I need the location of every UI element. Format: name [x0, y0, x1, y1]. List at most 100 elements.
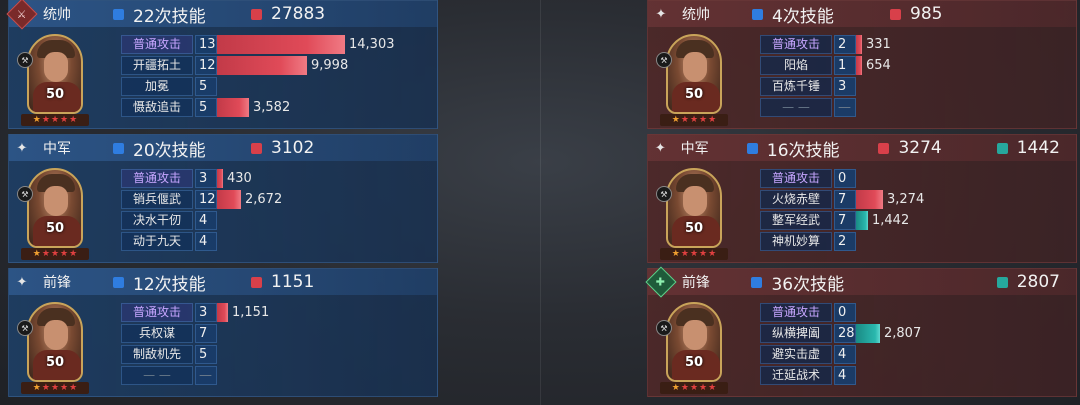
skill-damage-value: 2,672	[245, 192, 283, 207]
skill-count: 5	[195, 98, 217, 117]
star-icon: ★	[699, 115, 708, 125]
skill-row[interactable]: 兵权谋 7	[121, 324, 431, 343]
equipment-icon[interactable]: ⚒	[17, 52, 33, 68]
skill-row[interactable]: 整军经武 7 1,442	[760, 211, 1070, 230]
skill-damage-bar	[856, 211, 868, 230]
skill-name: 销兵偃武	[121, 190, 193, 209]
skill-row[interactable]: 慑敌追击 5 3,582	[121, 98, 431, 117]
skill-row[interactable]: 迁延战术 4	[760, 366, 1070, 385]
level-text: 50	[45, 355, 65, 370]
star-icon: ★	[708, 383, 717, 393]
general-portrait[interactable]: 50 ⚒ ★ ★ ★ ★ ★	[656, 302, 728, 394]
portrait-image: 50	[666, 302, 722, 382]
skill-damage-bar	[217, 98, 249, 117]
diamond-icon: ✦	[654, 140, 666, 156]
skill-count: 0	[834, 303, 856, 322]
skill-row[interactable]: — — —	[760, 98, 1070, 117]
skill-row[interactable]: 普通攻击 3 430	[121, 169, 431, 188]
skill-row[interactable]: 动于九天 4	[121, 232, 431, 251]
skill-row[interactable]: 普通攻击 3 1,151	[121, 303, 431, 322]
general-portrait[interactable]: 50 ⚒ ★ ★ ★ ★ ★	[656, 34, 728, 126]
skill-name: 普通攻击	[121, 35, 193, 54]
skill-damage-bar	[856, 35, 862, 54]
skill-count: —	[834, 98, 856, 117]
star-icon: ★	[671, 249, 680, 259]
equipment-icon[interactable]: ⚒	[656, 186, 672, 202]
equipment-icon[interactable]: ⚒	[656, 52, 672, 68]
damage-stat: 3274	[878, 138, 980, 158]
skill-damage-bar	[217, 56, 307, 75]
skill-row[interactable]: — — —	[121, 366, 431, 385]
skill-row[interactable]: 普通攻击 0	[760, 169, 1070, 188]
skill-name: 制敌机先	[121, 345, 193, 364]
skill-row[interactable]: 普通攻击 13 14,303	[121, 35, 431, 54]
role-label: 统帅	[682, 7, 710, 23]
damage-total-text: 3102	[271, 138, 315, 158]
skill-count: —	[195, 366, 217, 385]
skill-count: 1	[834, 56, 856, 75]
general-portrait[interactable]: 50 ⚒ ★ ★ ★ ★ ★	[17, 168, 89, 260]
portrait-face	[683, 320, 707, 350]
equipment-icon[interactable]: ⚒	[656, 320, 672, 336]
skill-name: 神机妙算	[760, 232, 832, 251]
skill-damage-bar	[856, 190, 883, 209]
skill-count: 4	[834, 345, 856, 364]
skill-row[interactable]: 纵横捭阖 28 2,807	[760, 324, 1070, 343]
skill-count-text: 16次技能	[766, 140, 840, 161]
damage-stat: 27883	[251, 4, 325, 24]
diamond-icon: ✦	[16, 274, 28, 290]
star-icon: ★	[671, 383, 680, 393]
skill-square-icon	[752, 8, 763, 20]
damage-square-icon	[251, 142, 262, 154]
skill-name: 普通攻击	[121, 169, 193, 188]
skill-row[interactable]: 百炼千锤 3	[760, 77, 1070, 96]
star-icon: ★	[60, 383, 69, 393]
general-portrait[interactable]: 50 ⚒ ★ ★ ★ ★ ★	[17, 34, 89, 126]
skill-name: 阳焰	[760, 56, 832, 75]
general-card: ⚔ 统帅 22次技能 27883 50 ⚒ ★ ★ ★ ★ ★ 普通攻击 13 14,303 开疆拓土 12 9…	[6, 0, 438, 129]
general-portrait[interactable]: 50 ⚒ ★ ★ ★ ★ ★	[17, 302, 89, 394]
skill-count-text: 36次技能	[771, 274, 845, 295]
skill-list: 普通攻击 13 14,303 开疆拓土 12 9,998 加冕 5 慑敌追击 5 3,582	[121, 35, 431, 119]
skill-row[interactable]: 避实击虚 4	[760, 345, 1070, 364]
skill-row[interactable]: 销兵偃武 12 2,672	[121, 190, 431, 209]
skill-row[interactable]: 普通攻击 2 331	[760, 35, 1070, 54]
skill-name: 开疆拓土	[121, 56, 193, 75]
skill-damage-value: 2,807	[884, 326, 922, 341]
skill-list: 普通攻击 0 纵横捭阖 28 2,807 避实击虚 4 迁延战术 4	[760, 303, 1070, 387]
skill-count: 4	[834, 366, 856, 385]
star-rating: ★ ★ ★ ★ ★	[660, 114, 728, 126]
skill-count: 0	[834, 169, 856, 188]
skill-damage-value: 654	[866, 58, 891, 73]
skill-square-icon	[113, 142, 124, 154]
portrait-image: 50	[666, 34, 722, 114]
portrait-face	[44, 52, 68, 82]
heal-badge-icon: ✚	[645, 266, 677, 298]
skill-row[interactable]: 普通攻击 0	[760, 303, 1070, 322]
skill-row[interactable]: 加冕 5	[121, 77, 431, 96]
star-icon: ★	[50, 249, 60, 259]
skill-row[interactable]: 阳焰 1 654	[760, 56, 1070, 75]
skill-name: 兵权谋	[121, 324, 193, 343]
equipment-icon[interactable]: ⚒	[17, 320, 33, 336]
skill-row[interactable]: 决水干仞 4	[121, 211, 431, 230]
skill-damage-value: 1,442	[872, 213, 910, 228]
skill-row[interactable]: 开疆拓土 12 9,998	[121, 56, 431, 75]
skill-count-text: 22次技能	[133, 6, 206, 27]
role-label: 前锋	[681, 275, 710, 291]
skill-name: 普通攻击	[121, 303, 193, 322]
role-label: 统帅	[43, 7, 71, 23]
general-portrait[interactable]: 50 ⚒ ★ ★ ★ ★ ★	[656, 168, 728, 260]
skill-name: — —	[121, 366, 193, 385]
skill-count: 28	[834, 324, 856, 343]
skill-row[interactable]: 神机妙算 2	[760, 232, 1070, 251]
skill-damage-value: 3,582	[253, 100, 291, 115]
skill-name: 动于九天	[121, 232, 193, 251]
skill-row[interactable]: 火烧赤壁 7 3,274	[760, 190, 1070, 209]
level-text: 50	[684, 221, 704, 236]
card-header: ✦ 前锋 12次技能 1151	[9, 269, 437, 295]
equipment-icon[interactable]: ⚒	[17, 186, 33, 202]
star-icon: ★	[689, 249, 699, 259]
skill-row[interactable]: 制敌机先 5	[121, 345, 431, 364]
damage-square-icon	[251, 276, 262, 288]
